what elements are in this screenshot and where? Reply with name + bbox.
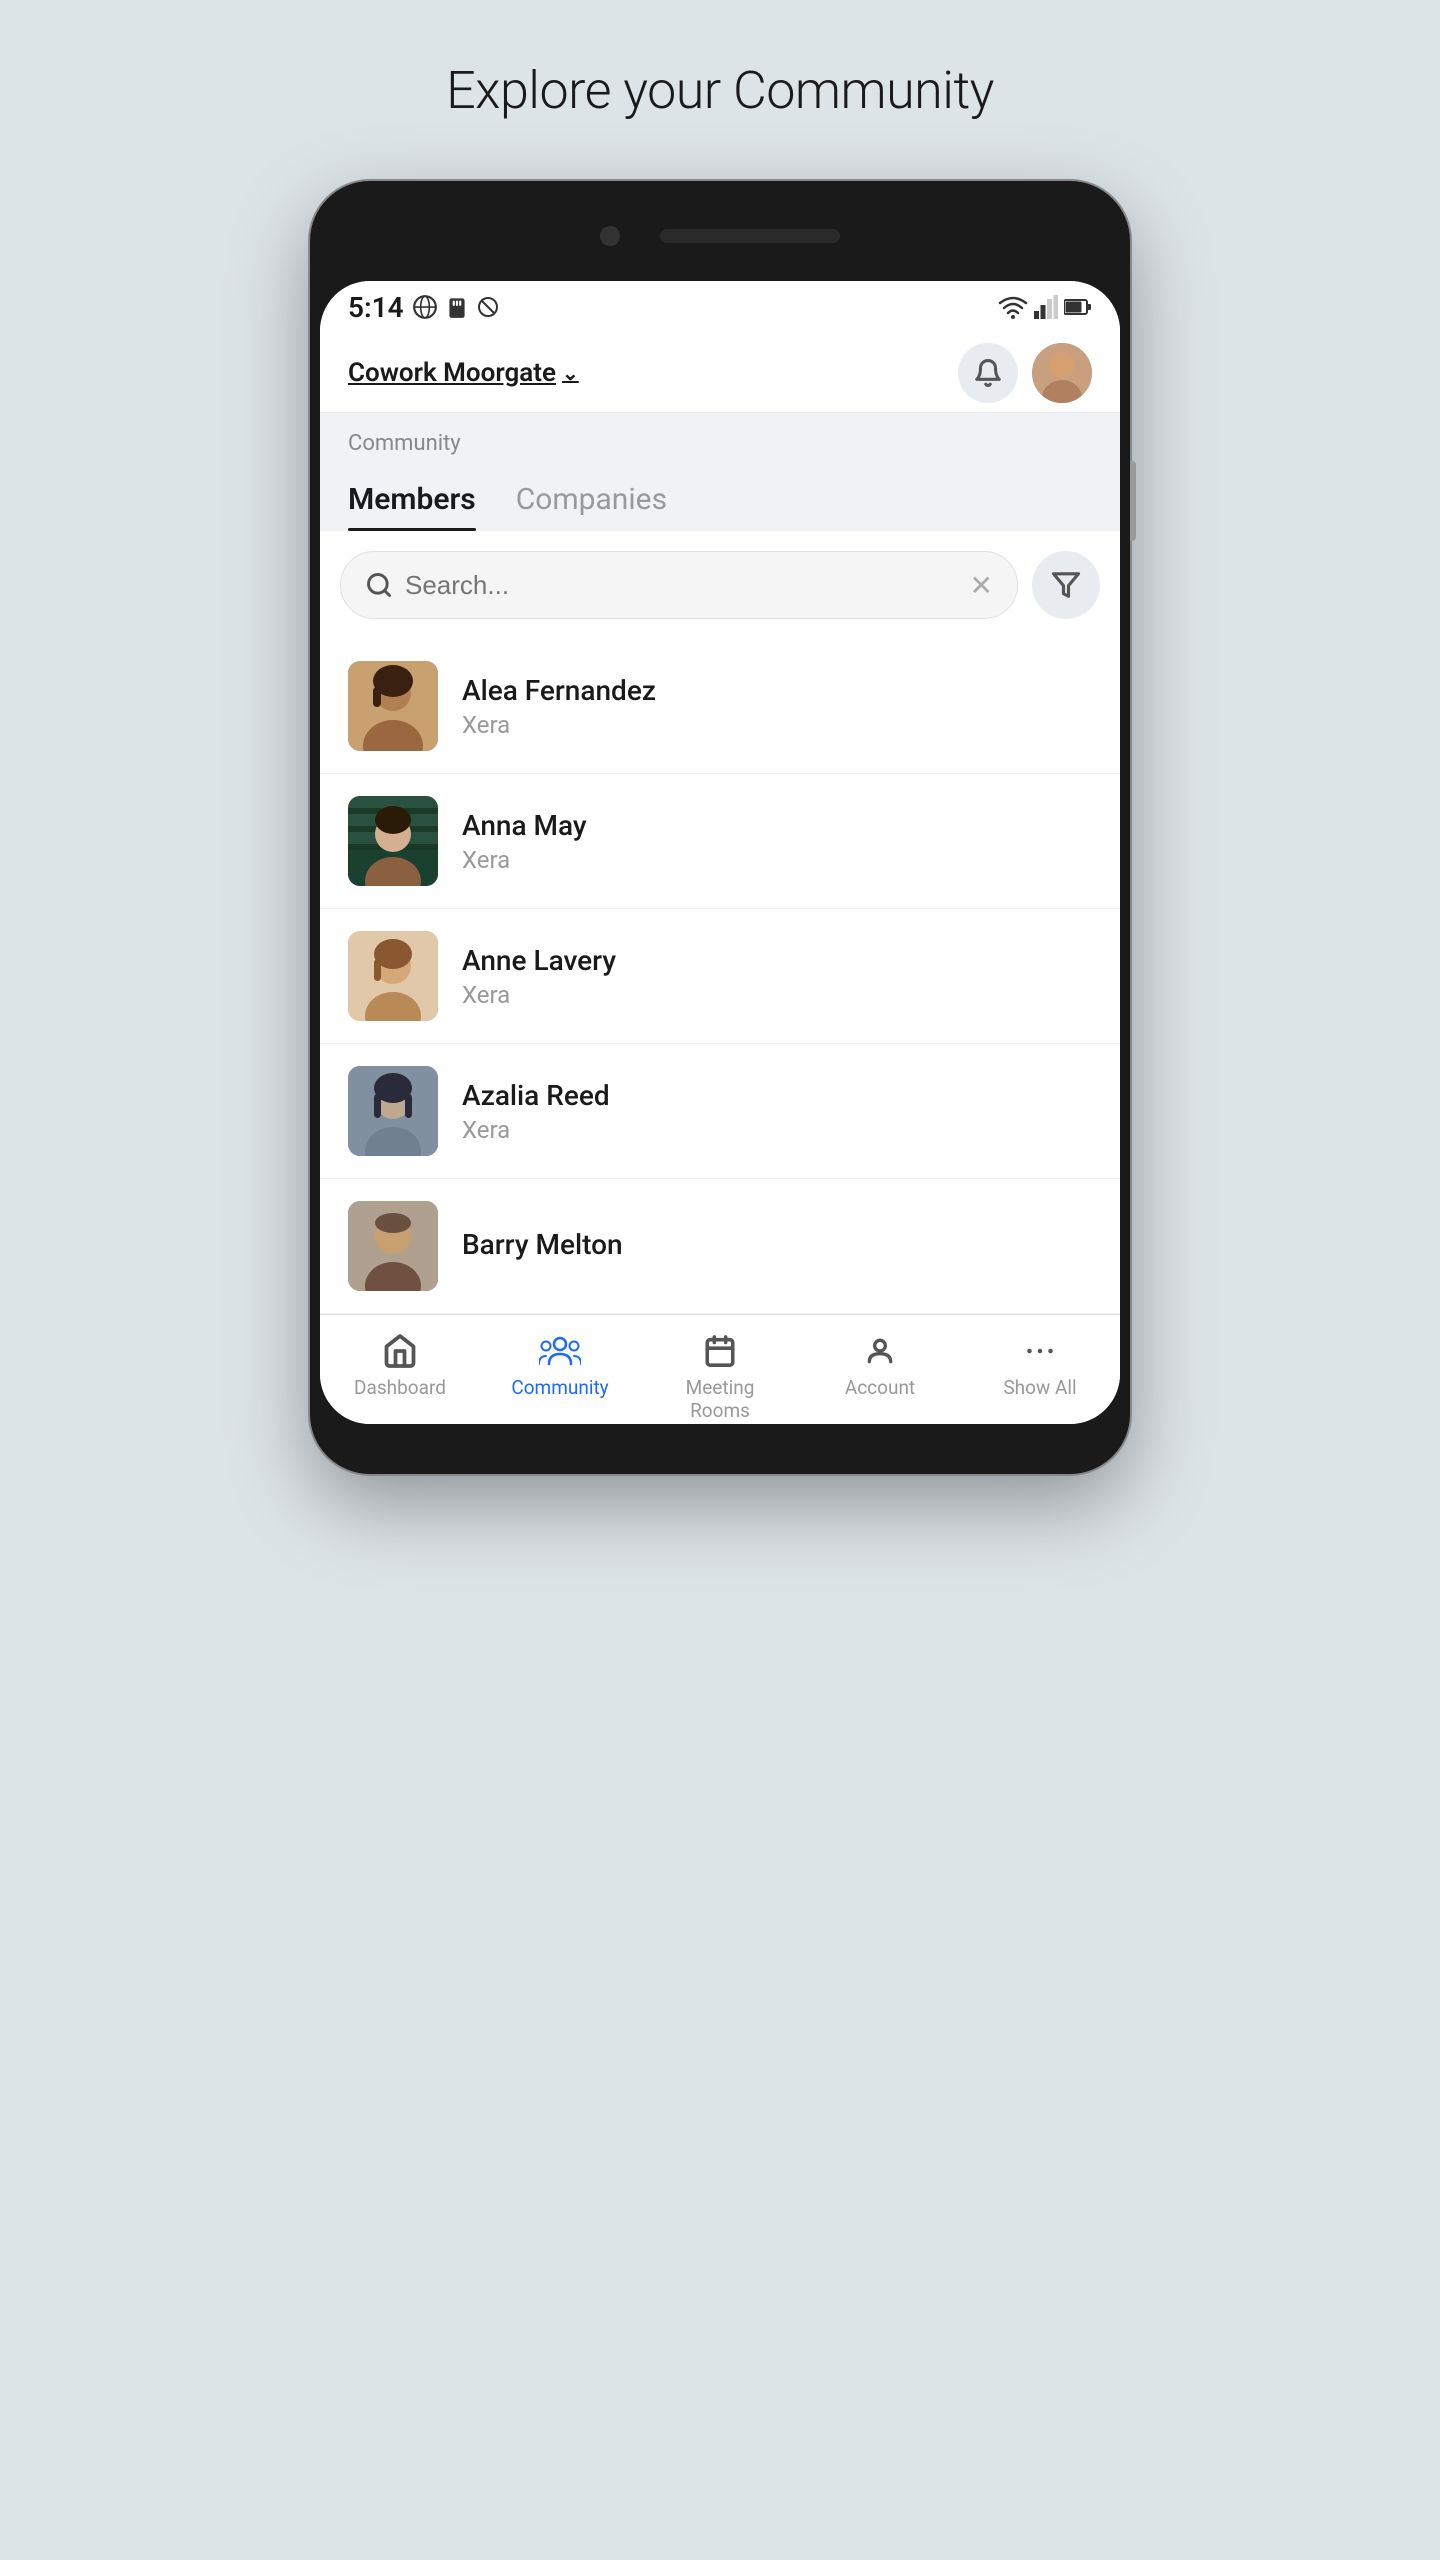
search-icon	[365, 571, 393, 599]
home-svg	[382, 1333, 418, 1369]
account-icon	[858, 1329, 902, 1373]
companies-tab-label: Companies	[516, 482, 667, 517]
notifications-button[interactable]	[958, 343, 1018, 403]
bottom-nav: Dashboard Community	[320, 1314, 1120, 1424]
community-svg	[539, 1333, 581, 1369]
members-list: Alea Fernandez Xera	[320, 639, 1120, 1314]
tab-members[interactable]: Members	[348, 468, 476, 531]
member-name: Anne Lavery	[462, 944, 1092, 977]
dashboard-nav-label: Dashboard	[354, 1377, 446, 1400]
more-svg	[1022, 1333, 1058, 1369]
user-avatar-button[interactable]	[1032, 343, 1092, 403]
member-company: Xera	[462, 1116, 1092, 1144]
member-avatar	[348, 1201, 438, 1291]
workspace-selector[interactable]: Cowork Moorgate ⌄	[348, 358, 579, 388]
tabs-container: Members Companies	[320, 468, 1120, 531]
member-avatar	[348, 1066, 438, 1156]
workspace-name-text: Cowork Moorgate	[348, 358, 556, 388]
filter-icon	[1051, 570, 1081, 600]
status-time: 5:14	[348, 291, 404, 324]
signal-icon	[1034, 295, 1058, 319]
member-info: Barry Melton	[462, 1228, 1092, 1265]
battery-icon	[1064, 298, 1092, 316]
member-avatar	[348, 931, 438, 1021]
member-name: Anna May	[462, 809, 1092, 842]
globe-status-icon	[412, 294, 438, 320]
tab-companies[interactable]: Companies	[516, 468, 667, 531]
search-clear-button[interactable]: ✕	[970, 569, 993, 602]
member-item[interactable]: Barry Melton	[320, 1179, 1120, 1314]
nav-item-account[interactable]: Account	[800, 1329, 960, 1400]
show-all-nav-label: Show All	[1003, 1377, 1076, 1400]
status-right	[998, 295, 1092, 319]
search-bar: ✕	[340, 551, 1018, 619]
filter-button[interactable]	[1032, 551, 1100, 619]
member-name: Barry Melton	[462, 1228, 1092, 1261]
members-tab-label: Members	[348, 482, 476, 517]
calendar-svg	[703, 1333, 737, 1369]
anne-avatar	[348, 931, 438, 1021]
member-company: Xera	[462, 846, 1092, 874]
member-item[interactable]: Anne Lavery Xera	[320, 909, 1120, 1044]
member-info: Azalia Reed Xera	[462, 1079, 1092, 1144]
member-info: Anna May Xera	[462, 809, 1092, 874]
member-item[interactable]: Anna May Xera	[320, 774, 1120, 909]
alea-avatar	[348, 661, 438, 751]
user-avatar	[1032, 343, 1092, 403]
sd-card-icon	[446, 294, 468, 320]
search-input[interactable]	[405, 570, 958, 601]
chevron-down-icon: ⌄	[562, 361, 579, 385]
nav-item-dashboard[interactable]: Dashboard	[320, 1329, 480, 1400]
account-svg	[864, 1333, 896, 1369]
member-company: Xera	[462, 711, 1092, 739]
phone-screen: 5:14	[320, 281, 1120, 1424]
app-header: Cowork Moorgate ⌄	[320, 333, 1120, 413]
meeting-rooms-nav-label: MeetingRooms	[686, 1377, 755, 1423]
page-title: Explore your Community	[446, 60, 994, 121]
account-nav-label: Account	[845, 1377, 915, 1400]
phone-bezel-bottom	[320, 1424, 1120, 1464]
status-bar: 5:14	[320, 281, 1120, 333]
barry-avatar	[348, 1201, 438, 1291]
earpiece-speaker	[660, 229, 840, 243]
calendar-icon	[698, 1329, 742, 1373]
nav-item-meeting-rooms[interactable]: MeetingRooms	[640, 1329, 800, 1423]
member-info: Anne Lavery Xera	[462, 944, 1092, 1009]
more-icon	[1018, 1329, 1062, 1373]
member-name: Alea Fernandez	[462, 674, 1092, 707]
home-icon	[378, 1329, 422, 1373]
nav-item-community[interactable]: Community	[480, 1329, 640, 1400]
anna-avatar	[348, 796, 438, 886]
member-info: Alea Fernandez Xera	[462, 674, 1092, 739]
block-icon	[476, 295, 500, 319]
bell-icon	[973, 358, 1003, 388]
azalia-avatar	[348, 1066, 438, 1156]
section-label: Community	[320, 413, 1120, 468]
member-avatar	[348, 796, 438, 886]
member-name: Azalia Reed	[462, 1079, 1092, 1112]
phone-bezel-top	[320, 191, 1120, 281]
nav-item-show-all[interactable]: Show All	[960, 1329, 1120, 1400]
member-avatar	[348, 661, 438, 751]
front-camera	[600, 226, 620, 246]
header-actions	[958, 343, 1092, 403]
status-left: 5:14	[348, 291, 500, 324]
phone-shell: 5:14	[310, 181, 1130, 1474]
community-nav-label: Community	[511, 1377, 608, 1400]
wifi-icon	[998, 295, 1028, 319]
member-company: Xera	[462, 981, 1092, 1009]
member-item[interactable]: Alea Fernandez Xera	[320, 639, 1120, 774]
avatar-svg	[1032, 343, 1092, 403]
community-label-text: Community	[348, 431, 461, 456]
search-area: ✕	[320, 531, 1120, 639]
member-item[interactable]: Azalia Reed Xera	[320, 1044, 1120, 1179]
community-icon	[538, 1329, 582, 1373]
